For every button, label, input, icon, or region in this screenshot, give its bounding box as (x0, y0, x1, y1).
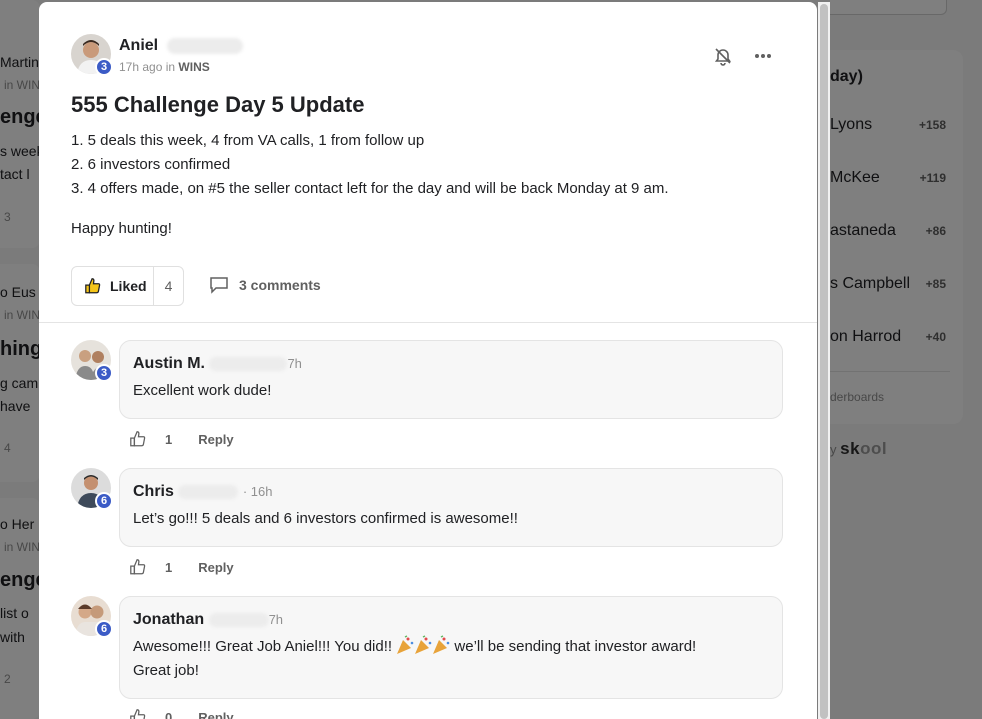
comment-like-count: 1 (165, 559, 173, 575)
author-avatar[interactable]: 3 (71, 34, 113, 76)
like-label: Liked (110, 278, 147, 294)
comment-text-part: we’ll be sending that investor award! (454, 638, 697, 655)
commenter-avatar[interactable]: 6 (71, 468, 113, 510)
post-author-name: Aniel (119, 37, 159, 54)
comment-like-count: 0 (165, 709, 173, 719)
level-badge: 6 (95, 620, 113, 638)
liked-toggle[interactable]: Liked (72, 267, 154, 305)
comment-bubble: Austin M. 7h Excellent work dude! (119, 340, 783, 419)
post-time: 17h ago (119, 60, 163, 74)
redacted-name (208, 612, 269, 627)
comment-bubble: Chris · 16h Let’s go!!! 5 deals and 6 in… (119, 468, 783, 547)
redacted-name (209, 356, 288, 371)
modal-scrollbar[interactable] (818, 2, 830, 719)
post-in-label: in (165, 60, 176, 74)
post-body-line: 3. 4 offers made, on #5 the seller conta… (71, 180, 669, 197)
comment-header: Jonathan 7h (133, 611, 283, 629)
post-title: 555 Challenge Day 5 Update (71, 92, 365, 117)
comment-icon (210, 277, 228, 294)
redacted-name (178, 484, 239, 499)
commenter-avatar[interactable]: 3 (71, 340, 113, 382)
post-category[interactable]: WINS (178, 60, 209, 74)
comment-actions: 1 Reply (129, 558, 234, 576)
comments-count-link[interactable]: 3 comments (209, 276, 321, 294)
post-author[interactable]: Aniel (119, 37, 243, 55)
comment-author[interactable]: Chris (133, 483, 174, 500)
comment-text-part: Awesome!!! Great Job Aniel!!! You did!! (133, 638, 393, 655)
thumbs-up-icon (85, 278, 101, 294)
comment-text: Awesome!!! Great Job Aniel!!! You did!! … (133, 635, 773, 683)
comment-text-part: Great job! (133, 662, 199, 679)
comment-text: Excellent work dude! (133, 382, 272, 399)
bell-off-icon[interactable] (711, 44, 735, 68)
post-divider (39, 322, 817, 323)
comment-header: Austin M. 7h (133, 355, 302, 373)
commenter-avatar[interactable]: 6 (71, 596, 113, 638)
post-meta: 17h ago in WINS (119, 60, 210, 74)
party-popper-icon (397, 635, 450, 654)
level-badge: 6 (95, 492, 113, 510)
comment-author[interactable]: Austin M. (133, 355, 205, 372)
like-count[interactable]: 4 (154, 278, 183, 294)
comment-time: 7h (287, 356, 302, 371)
comment-time: · 16h (242, 484, 273, 499)
post-closing: Happy hunting! (71, 220, 172, 237)
like-button[interactable]: Liked 4 (71, 266, 184, 306)
comment-text: Let’s go!!! 5 deals and 6 investors conf… (133, 510, 518, 527)
comment-time: 7h (268, 612, 284, 627)
more-horizontal-icon[interactable] (751, 44, 775, 68)
redacted-name (166, 37, 243, 54)
comment-author[interactable]: Jonathan (133, 611, 204, 628)
comment-bubble: Jonathan 7h Awesome!!! Great Job Aniel!!… (119, 596, 783, 699)
comment-like-count: 1 (165, 431, 173, 447)
comment-header: Chris · 16h (133, 483, 272, 501)
level-badge: 3 (95, 364, 113, 382)
thumbs-up-icon[interactable] (129, 430, 147, 448)
post-modal: 3 Aniel 17h ago in WINS 555 Challenge Da… (39, 2, 817, 719)
comment-actions: 0 Reply (129, 708, 234, 719)
thumbs-up-icon[interactable] (129, 558, 147, 576)
comment-actions: 1 Reply (129, 430, 234, 448)
post-body-line: 1. 5 deals this week, 4 from VA calls, 1… (71, 132, 425, 149)
reply-button[interactable]: Reply (198, 710, 233, 719)
level-badge: 3 (95, 58, 113, 76)
comments-label: 3 comments (239, 277, 321, 293)
scrollbar-thumb[interactable] (820, 4, 828, 719)
post-body-line: 2. 6 investors confirmed (71, 156, 231, 173)
thumbs-up-icon[interactable] (129, 708, 147, 719)
reply-button[interactable]: Reply (198, 432, 233, 447)
reply-button[interactable]: Reply (198, 560, 233, 575)
